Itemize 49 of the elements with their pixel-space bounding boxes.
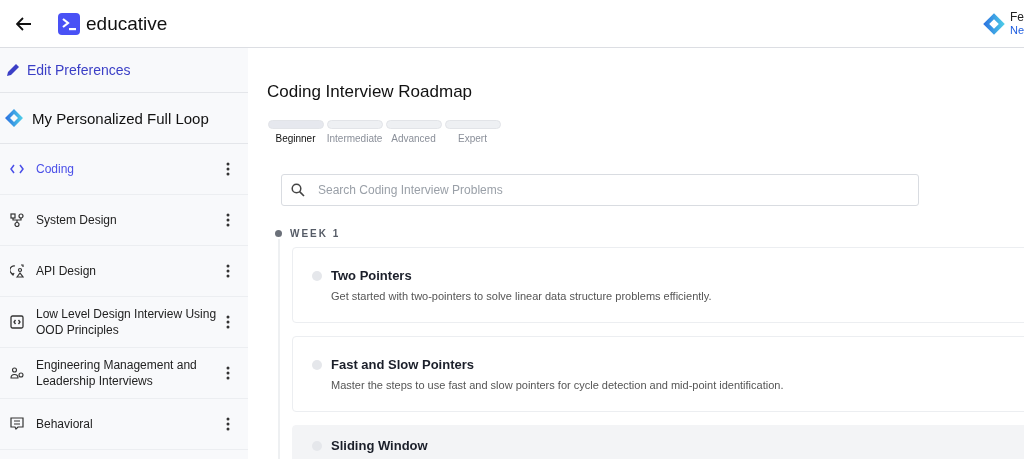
status-dot-icon [312,270,322,281]
lesson-description: Get started with two-pointers to solve linear data structure problems efficiently. [331,290,713,302]
loop-logo-icon [4,108,24,128]
lesson-card[interactable]: Two Pointers Get started with two-pointers to solve linear data structure problems efficiently. [292,247,1024,323]
status-dot-icon [312,359,322,370]
lesson-title: Fast and Slow Pointers [331,357,475,372]
lesson-card[interactable]: Fast and Slow Pointers Master the steps to use fast and slow pointers for cycle detection and mid-point identification. [292,336,1024,412]
user-name: Fe [1009,10,1024,24]
sidebar-item[interactable]: System Design [0,195,248,246]
back-arrow-icon[interactable] [16,16,32,31]
exchange-icon [10,264,24,278]
team-settings-icon [10,367,24,379]
brand-name: educative [86,12,168,35]
edit-preferences-link[interactable]: Edit Preferences [27,62,131,78]
code-window-icon [10,315,24,329]
sidebar-item[interactable]: Coding [0,144,248,195]
sidebar-item[interactable]: Low Level Design Interview Using OOD Principles [0,297,248,348]
search-icon [291,183,305,197]
level-tab[interactable]: Beginner [275,133,316,144]
more-options-icon[interactable] [226,315,230,329]
user-plan[interactable]: Ne [1009,24,1024,37]
lesson-card[interactable]: Sliding Window [292,425,1024,459]
week-label: WEEK 1 [290,228,341,239]
flowchart-icon [10,213,24,227]
sidebar-item[interactable]: API Design [0,246,248,297]
sidebar-item[interactable]: Behavioral [0,399,248,450]
level-segment [267,120,324,129]
app-logo-icon [981,11,1006,36]
lesson-title: Two Pointers [331,268,412,283]
chat-icon [10,417,24,431]
level-segment [326,120,383,129]
lesson-title: Sliding Window [331,438,428,453]
search-field[interactable]: Search Coding Interview Problems [281,174,919,206]
level-segment [385,120,442,129]
sidebar-item[interactable]: Engineering Management and Leadership Interviews [0,348,248,399]
more-options-icon[interactable] [226,417,230,431]
more-options-icon[interactable] [226,213,230,227]
lesson-description: Master the steps to use fast and slow pointers for cycle detection and mid-point identification. [331,379,785,391]
loop-title: My Personalized Full Loop [32,109,209,127]
level-tab[interactable]: Intermediate [326,133,383,144]
more-options-icon[interactable] [226,264,230,278]
code-icon [10,164,24,174]
timeline-dot [275,230,282,237]
more-options-icon[interactable] [226,366,230,380]
more-options-icon[interactable] [226,162,230,176]
logo-icon [58,12,80,35]
level-segment [444,120,501,129]
pencil-icon [6,63,20,77]
page-title: Coding Interview Roadmap [267,82,474,102]
